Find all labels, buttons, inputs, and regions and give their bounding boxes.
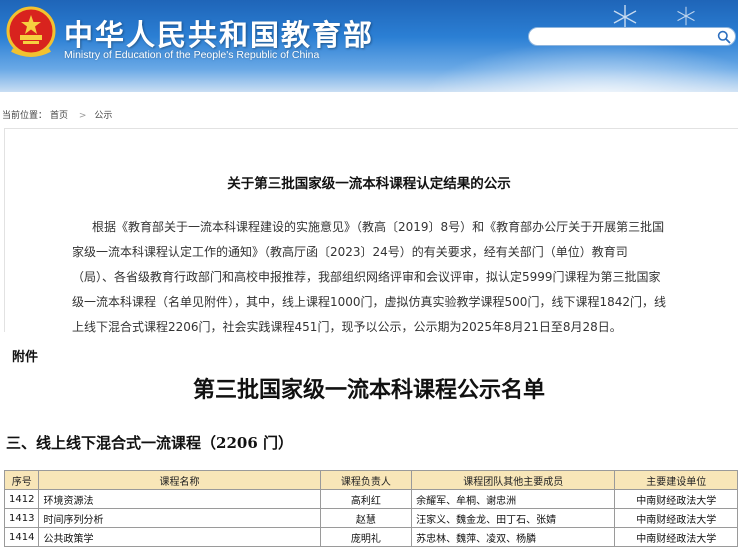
header-glow: [420, 40, 738, 92]
cell-team-members: 苏忠林、魏萍、凌双、杨膦: [411, 527, 616, 547]
site-header: 中华人民共和国教育部 Ministry of Education of the …: [0, 0, 738, 92]
notice-paragraph-line: 根据《教育部关于一流本科课程建设的实施意见》（教高〔2019〕8号）和《教育部办…: [92, 220, 665, 234]
cell-team-members: 余耀军、牟桐、谢忠洲: [411, 489, 616, 509]
snowflake-icon: [677, 6, 695, 26]
cell-no: 1412: [3, 489, 40, 509]
attachment-title: 第三批国家级一流本科课程公示名单: [192, 377, 545, 403]
cell-institution: 中南财经政法大学: [614, 508, 738, 528]
cell-institution: 中南财经政法大学: [614, 489, 738, 509]
cell-course-lead: 赵慧: [319, 508, 413, 528]
site-subtitle: Ministry of Education of the People's Re…: [64, 49, 320, 61]
header-course-lead: 课程负责人: [319, 470, 413, 490]
section-heading: 三、线上线下混合式一流课程（2206 门）: [6, 434, 293, 452]
national-emblem-icon: [6, 6, 56, 57]
course-table: 序号 课程名称 课程负责人 课程团队其他主要成员 主要建设单位 1412 环境资…: [3, 470, 738, 547]
cell-course-name: 时间序列分析: [38, 508, 321, 528]
header-team-members: 课程团队其他主要成员: [411, 470, 616, 490]
table-row: 1413 时间序列分析 赵慧 汪家义、魏金龙、田丁石、张婧 中南财经政法大学: [3, 508, 738, 528]
search-input[interactable]: [537, 29, 707, 44]
attachment-label: 附件: [12, 350, 39, 365]
cell-course-name: 公共政策学: [38, 527, 321, 547]
header-institution: 主要建设单位: [614, 470, 738, 490]
cell-course-name: 环境资源法: [38, 489, 321, 509]
notice-paragraph-line: 上线下混合式课程2206门，社会实践课程451门，现予以公示，公示期为2025年…: [72, 320, 622, 334]
cell-course-lead: 高利红: [319, 489, 413, 509]
breadcrumb-home-link[interactable]: 首页: [50, 111, 68, 121]
header-no: 序号: [3, 470, 40, 490]
cell-institution: 中南财经政法大学: [614, 527, 738, 547]
cell-course-lead: 庞明礼: [319, 527, 413, 547]
notice-paragraph-line: 级一流本科课程（名单见附件），其中，线上课程1000门，虚拟仿真实验教学课程50…: [72, 295, 666, 309]
breadcrumb-separator: >: [78, 111, 87, 121]
breadcrumb-current[interactable]: 公示: [94, 111, 112, 121]
search-box[interactable]: [528, 27, 736, 46]
search-icon[interactable]: [717, 30, 731, 44]
cell-no: 1413: [3, 508, 40, 528]
notice-paragraph-line: （局）、各省级教育行政部门和高校申报推荐，我部组织网络评审和会议评审，拟认定59…: [72, 270, 661, 284]
breadcrumb: 当前位置： 首页 > 公示: [2, 108, 115, 121]
table-row: 1414 公共政策学 庞明礼 苏忠林、魏萍、凌双、杨膦 中南财经政法大学: [3, 527, 738, 547]
table-row: 1412 环境资源法 高利红 余耀军、牟桐、谢忠洲 中南财经政法大学: [3, 489, 738, 509]
header-course-name: 课程名称: [38, 470, 321, 490]
cell-no: 1414: [3, 527, 40, 547]
notice-title: 关于第三批国家级一流本科课程认定结果的公示: [227, 176, 511, 192]
site-title[interactable]: 中华人民共和国教育部: [64, 12, 374, 54]
cell-team-members: 汪家义、魏金龙、田丁石、张婧: [411, 508, 616, 528]
notice-paragraph-line: 家级一流本科课程认定工作的通知》（教高厅函〔2023〕24号）的有关要求，经有关…: [72, 245, 628, 259]
table-header-row: 序号 课程名称 课程负责人 课程团队其他主要成员 主要建设单位: [3, 470, 738, 490]
breadcrumb-prefix: 当前位置：: [2, 111, 48, 121]
